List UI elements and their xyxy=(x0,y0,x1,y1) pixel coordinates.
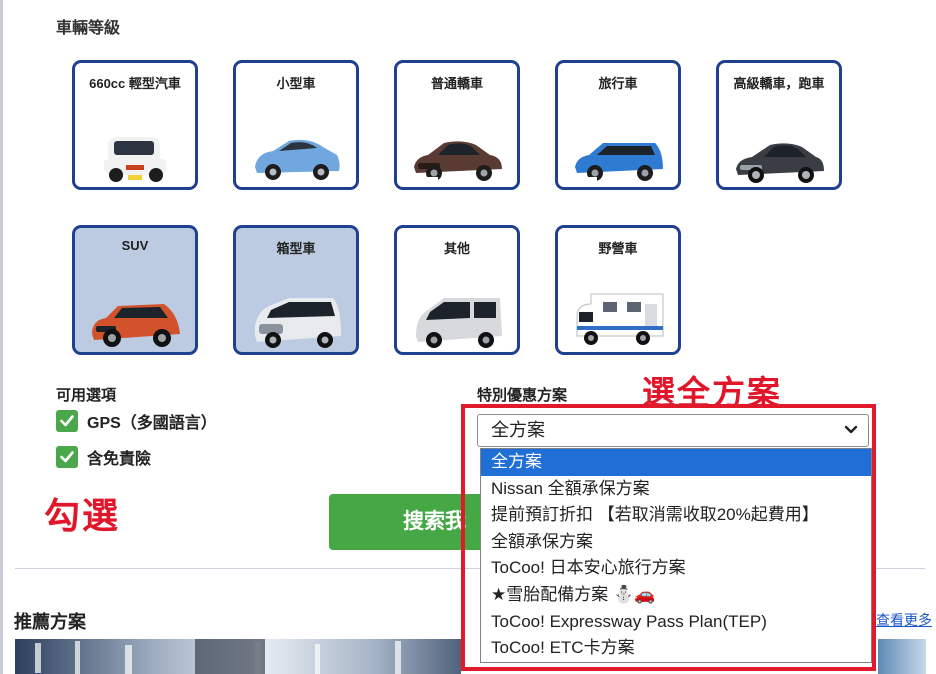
wagon-image xyxy=(575,143,663,182)
vehicle-card-label: 其他 xyxy=(443,241,470,256)
dropdown-option[interactable]: 全方案 xyxy=(481,449,871,476)
vehicle-card-sedan[interactable]: 普通轎車 xyxy=(394,60,520,190)
dropdown-option[interactable]: ToCoo! 日本安心旅行方案 xyxy=(481,555,871,582)
vehicle-card-suv[interactable]: SUV xyxy=(72,225,198,355)
annotation-tick: 勾選 xyxy=(44,496,121,537)
option-label-gps: GPS（多國語言） xyxy=(87,415,217,432)
vehicle-card-luxury[interactable]: 高級轎車，跑車 xyxy=(716,60,842,190)
vehicle-card-label: 野營車 xyxy=(598,241,638,256)
vehicle-card-label: SUV xyxy=(121,238,149,253)
check-icon xyxy=(60,451,74,463)
check-icon xyxy=(60,415,74,427)
luxury-car-image xyxy=(736,143,824,183)
sedan-image xyxy=(414,141,502,182)
dropdown-option[interactable]: ★雪胎配備方案 ⛄🚗 xyxy=(481,582,871,609)
special-plan-title: 特別優惠方案 xyxy=(477,387,568,404)
vehicle-class-title: 車輛等級 xyxy=(56,20,121,37)
vehicle-card-wagon[interactable]: 旅行車 xyxy=(555,60,681,190)
van-image xyxy=(416,298,502,348)
special-plan-select[interactable]: 全方案 xyxy=(477,414,869,447)
checkbox-gps[interactable] xyxy=(56,410,78,432)
vehicle-card-other[interactable]: 其他 xyxy=(394,225,520,355)
recommended-title: 推薦方案 xyxy=(14,612,86,632)
minivan-image xyxy=(254,298,341,348)
option-insurance[interactable]: 含免責險 xyxy=(56,445,151,469)
recommended-plan-image[interactable] xyxy=(15,639,461,674)
checkbox-insurance[interactable] xyxy=(56,446,78,468)
option-gps[interactable]: GPS（多國語言） xyxy=(56,409,217,433)
vehicle-card-label: 旅行車 xyxy=(598,76,638,91)
view-more-link[interactable]: 查看更多 xyxy=(876,610,932,630)
vehicle-card-camper[interactable]: 野營車 xyxy=(555,225,681,355)
vehicle-card-label: 普通轎車 xyxy=(430,76,483,91)
dropdown-option[interactable]: Nissan 全額承保方案 xyxy=(481,476,871,503)
vehicle-card-compact[interactable]: 小型車 xyxy=(233,60,359,190)
page-left-edge xyxy=(0,0,3,674)
camper-image xyxy=(576,293,664,345)
vehicle-card-label: 箱型車 xyxy=(276,241,316,256)
dropdown-option[interactable]: ToCoo! Expressway Pass Plan(TEP) xyxy=(481,609,871,636)
snow-tire-image xyxy=(35,639,401,674)
recommended-plan-image-2[interactable] xyxy=(878,639,926,674)
compact-car-image xyxy=(255,139,340,180)
vehicle-card-kei[interactable]: 660cc 輕型汽車 xyxy=(72,60,198,190)
options-title: 可用選項 xyxy=(56,387,117,404)
vehicle-card-label: 小型車 xyxy=(276,76,316,91)
dropdown-option[interactable]: 提前預訂折扣 【若取消需收取20%起費用】 xyxy=(481,502,871,529)
kei-car-image xyxy=(104,137,166,182)
vehicle-card-minivan[interactable]: 箱型車 xyxy=(233,225,359,355)
vehicle-card-label: 660cc 輕型汽車 xyxy=(89,76,181,91)
option-label-insurance: 含免責險 xyxy=(87,451,152,468)
dropdown-option[interactable]: ToCoo! ETC卡方案 xyxy=(481,635,871,662)
suv-image xyxy=(92,304,180,347)
special-plan-dropdown[interactable]: 全方案 Nissan 全額承保方案 提前預訂折扣 【若取消需收取20%起費用】 … xyxy=(480,448,872,663)
select-value: 全方案 xyxy=(491,420,545,440)
vehicle-card-label: 高級轎車，跑車 xyxy=(733,76,825,91)
dropdown-option[interactable]: 全額承保方案 xyxy=(481,529,871,556)
